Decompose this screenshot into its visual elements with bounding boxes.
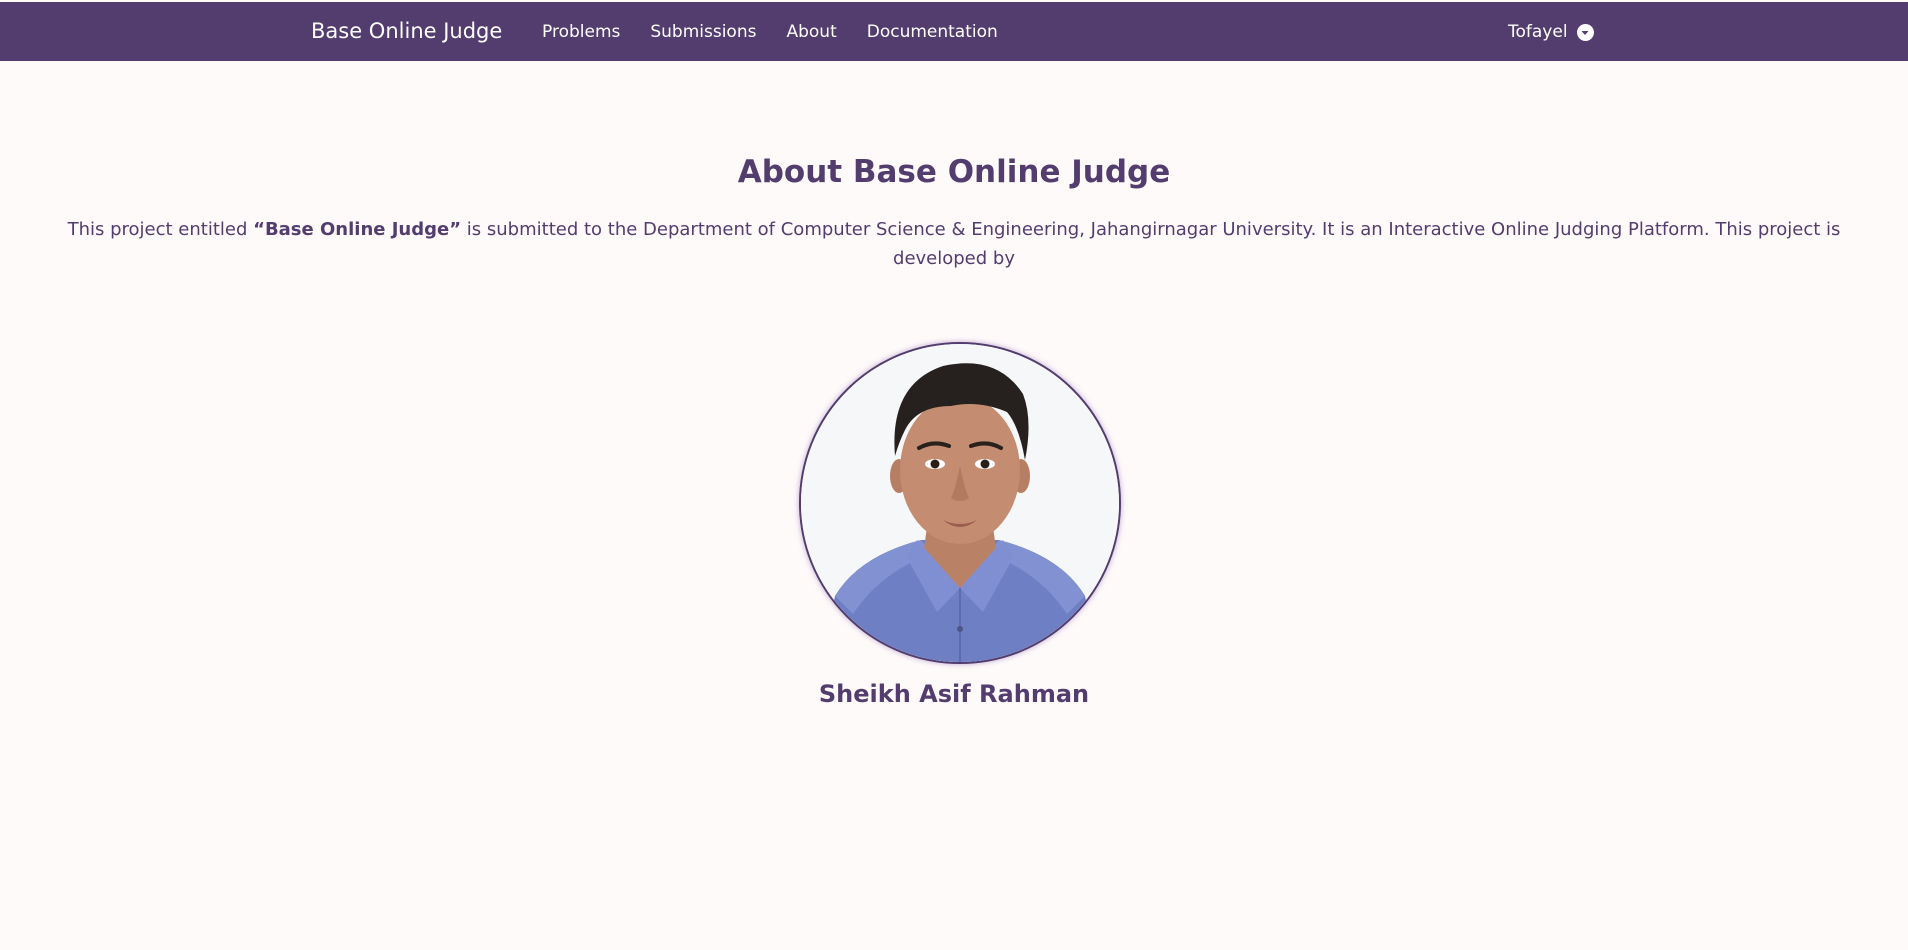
nav-link-submissions[interactable]: Submissions: [650, 22, 756, 42]
project-name: “Base Online Judge”: [253, 219, 462, 240]
project-description: This project entitled “Base Online Judge…: [60, 215, 1848, 273]
user-menu[interactable]: Tofayel: [1508, 2, 1594, 61]
nav-link-about[interactable]: About: [786, 22, 836, 42]
developer-avatar: [799, 342, 1121, 664]
main-nav: Problems Submissions About Documentation: [542, 2, 998, 61]
developer-photo: [801, 344, 1119, 662]
user-name: Tofayel: [1508, 21, 1568, 42]
intro-text-end: is submitted to the Department of Comput…: [461, 219, 1841, 269]
top-navbar: Base Online Judge Problems Submissions A…: [0, 2, 1908, 61]
page-title: About Base Online Judge: [737, 154, 1171, 190]
nav-link-problems[interactable]: Problems: [542, 22, 620, 42]
chevron-down-icon[interactable]: [1576, 24, 1594, 41]
developer-name: Sheikh Asif Rahman: [818, 680, 1090, 708]
intro-text-start: This project entitled: [67, 219, 254, 240]
brand-link[interactable]: Base Online Judge: [311, 2, 502, 61]
nav-link-documentation[interactable]: Documentation: [867, 22, 998, 42]
